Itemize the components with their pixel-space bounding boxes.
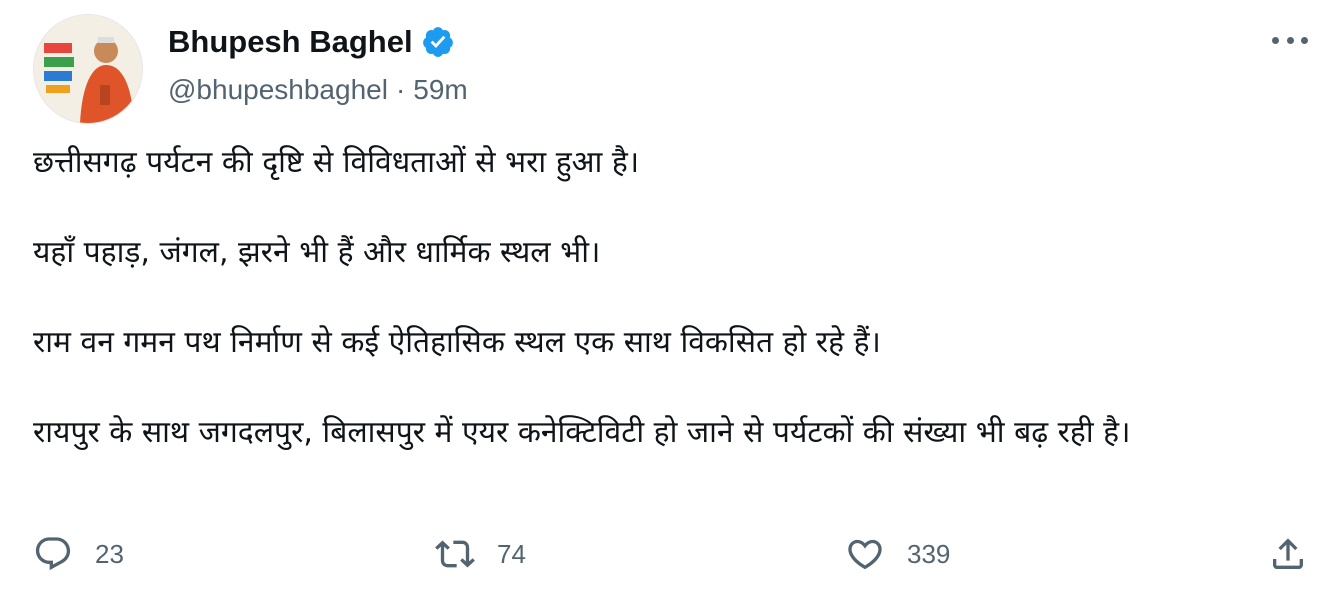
author-name-row: Bhupesh Baghel: [168, 24, 455, 60]
display-name[interactable]: Bhupesh Baghel: [168, 24, 413, 60]
avatar-image: [34, 15, 142, 123]
reply-count: 23: [95, 538, 124, 569]
share-icon: [1273, 538, 1303, 569]
like-button[interactable]: 339: [845, 530, 950, 578]
more-options-icon[interactable]: [1272, 30, 1308, 50]
tweet-paragraph: छत्तीसगढ़ पर्यटन की दृष्टि से विविधताओं …: [33, 145, 640, 180]
like-count: 339: [907, 538, 951, 569]
tweet-card: Bhupesh Baghel @bhupeshbaghel · 59m छत्त…: [0, 0, 1338, 600]
action-bar: 23 74 339: [33, 530, 1313, 578]
tweet-paragraph: राम वन गमन पथ निर्माण से कई ऐतिहासिक स्थ…: [33, 325, 881, 360]
dot: [1301, 36, 1308, 44]
handle[interactable]: @bhupeshbaghel: [168, 74, 388, 106]
dot: [1286, 36, 1294, 44]
retweet-count: 74: [497, 538, 526, 569]
tweet-text: छत्तीसगढ़ पर्यटन की दृष्टि से विविधताओं …: [33, 140, 1303, 455]
retweet-icon: [435, 540, 475, 568]
retweet-button[interactable]: 74: [435, 530, 526, 578]
share-button[interactable]: [1268, 530, 1308, 578]
like-icon: [848, 539, 882, 570]
separator: ·: [395, 74, 406, 105]
handle-row: @bhupeshbaghel · 59m: [168, 74, 468, 106]
reply-icon: [35, 537, 71, 571]
tweet-paragraph: यहाँ पहाड़, जंगल, झरने भी हैं और धार्मिक…: [33, 235, 601, 270]
dot: [1272, 36, 1279, 44]
reply-button[interactable]: 23: [33, 530, 124, 578]
verified-badge-icon: [421, 25, 455, 59]
avatar[interactable]: [33, 14, 143, 124]
tweet-paragraph: रायपुर के साथ जगदलपुर, बिलासपुर में एयर …: [33, 415, 1131, 450]
timestamp[interactable]: 59m: [413, 74, 467, 106]
